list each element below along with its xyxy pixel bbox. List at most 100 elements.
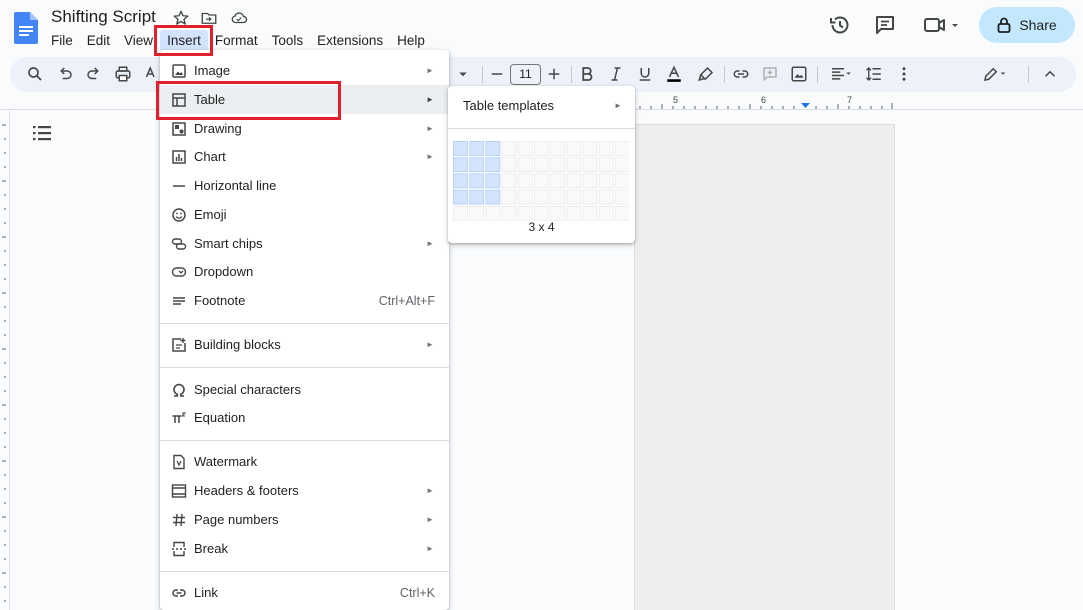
document-outline-icon[interactable] [32,124,52,142]
grid-cell-selected[interactable] [485,189,501,205]
grid-cell-selected[interactable] [469,189,485,205]
underline-icon[interactable] [636,65,654,83]
document-page[interactable] [634,124,895,610]
menu-edit[interactable]: Edit [80,30,117,52]
grid-cell[interactable] [598,205,614,221]
grid-cell[interactable] [550,189,566,205]
font-size-input[interactable]: 11 [510,64,541,85]
grid-cell[interactable] [582,189,598,205]
menu-format[interactable]: Format [208,30,265,52]
vertical-ruler[interactable] [0,111,10,610]
meet-video-icon[interactable] [922,13,960,37]
grid-cell-selected[interactable] [469,157,485,173]
grid-cell[interactable] [566,141,582,156]
grid-cell-selected[interactable] [453,157,468,173]
align-left-icon[interactable] [826,65,856,83]
insert-link-icon[interactable] [732,65,750,83]
grid-cell[interactable] [566,157,582,173]
italic-icon[interactable] [607,65,625,83]
grid-cell-selected[interactable] [485,173,501,189]
grid-cell[interactable] [582,173,598,189]
collapse-menus-chevron-icon[interactable] [1041,65,1059,83]
grid-cell[interactable] [534,173,549,189]
add-comment-icon[interactable] [761,65,779,83]
grid-cell[interactable] [566,189,582,205]
highlight-color-icon[interactable] [697,65,715,83]
grid-cell[interactable] [615,157,630,173]
grid-cell[interactable] [598,189,614,205]
grid-cell[interactable] [566,173,582,189]
grid-cell[interactable] [550,173,566,189]
comments-icon[interactable] [873,13,897,37]
grid-cell[interactable] [501,189,517,205]
grid-cell[interactable] [550,205,566,221]
grid-cell[interactable] [534,189,549,205]
insert-menu-item-building-blocks[interactable]: Building blocks ► [160,330,449,359]
grid-cell[interactable] [598,157,614,173]
table-templates-item[interactable]: Table templates [463,98,554,113]
grid-cell[interactable] [517,205,533,221]
insert-menu-item-watermark[interactable]: Watermark [160,447,449,476]
grid-cell-selected[interactable] [453,189,468,205]
bold-icon[interactable] [578,65,596,83]
grid-cell[interactable] [501,157,517,173]
insert-menu-item-footnote[interactable]: Footnote Ctrl+Alt+F [160,286,449,315]
text-color-icon[interactable] [665,65,683,83]
insert-menu-item-special-characters[interactable]: Special characters [160,375,449,404]
grid-cell[interactable] [598,173,614,189]
version-history-icon[interactable] [828,13,852,37]
insert-menu-item-dropdown[interactable]: Dropdown [160,257,449,286]
docs-logo-icon[interactable] [14,12,38,44]
grid-cell[interactable] [582,205,598,221]
insert-image-icon[interactable] [790,65,808,83]
grid-cell[interactable] [517,189,533,205]
table-size-grid[interactable] [453,141,629,221]
menu-tools[interactable]: Tools [265,30,311,52]
grid-cell[interactable] [501,173,517,189]
grid-cell[interactable] [517,157,533,173]
font-dropdown-chevron-icon[interactable] [457,65,469,83]
grid-cell[interactable] [534,141,549,156]
grid-cell-selected[interactable] [469,141,485,156]
editing-mode-icon[interactable] [978,65,1010,83]
grid-cell[interactable] [550,141,566,156]
grid-cell[interactable] [582,141,598,156]
insert-menu-item-page-numbers[interactable]: Page numbers ► [160,505,449,534]
grid-cell[interactable] [469,205,485,221]
undo-icon[interactable] [56,65,74,83]
grid-cell-selected[interactable] [485,157,501,173]
grid-cell[interactable] [615,205,630,221]
insert-menu-item-chart[interactable]: Chart ► [160,142,449,171]
grid-cell-selected[interactable] [485,141,501,156]
grid-cell[interactable] [517,141,533,156]
grid-cell[interactable] [517,173,533,189]
print-icon[interactable] [114,65,132,83]
grid-cell-selected[interactable] [469,173,485,189]
increase-font-size-icon[interactable] [545,65,563,83]
insert-menu-item-link[interactable]: Link Ctrl+K [160,578,449,607]
grid-cell[interactable] [615,141,630,156]
grid-cell[interactable] [534,205,549,221]
decrease-font-size-icon[interactable] [488,65,506,83]
insert-menu-item-headers-footers[interactable]: Headers & footers ► [160,476,449,505]
redo-icon[interactable] [85,65,103,83]
insert-menu-item-emoji[interactable]: Emoji [160,200,449,229]
grid-cell[interactable] [615,189,630,205]
document-title[interactable]: Shifting Script [51,7,156,27]
grid-cell[interactable] [615,173,630,189]
insert-menu-item-break[interactable]: Break ► [160,534,449,563]
menu-extensions[interactable]: Extensions [310,30,390,52]
grid-cell-selected[interactable] [453,173,468,189]
grid-cell[interactable] [501,205,517,221]
grid-cell[interactable] [453,205,468,221]
insert-menu-item-smart-chips[interactable]: Smart chips ► [160,229,449,258]
cloud-saved-icon[interactable] [229,9,249,27]
grid-cell[interactable] [598,141,614,156]
grid-cell[interactable] [485,205,501,221]
grid-cell[interactable] [550,157,566,173]
right-indent-marker[interactable] [801,103,810,108]
grid-cell[interactable] [501,141,517,156]
grid-cell[interactable] [582,157,598,173]
menu-file[interactable]: File [44,30,80,52]
insert-menu-item-equation[interactable]: Equation [160,403,449,432]
